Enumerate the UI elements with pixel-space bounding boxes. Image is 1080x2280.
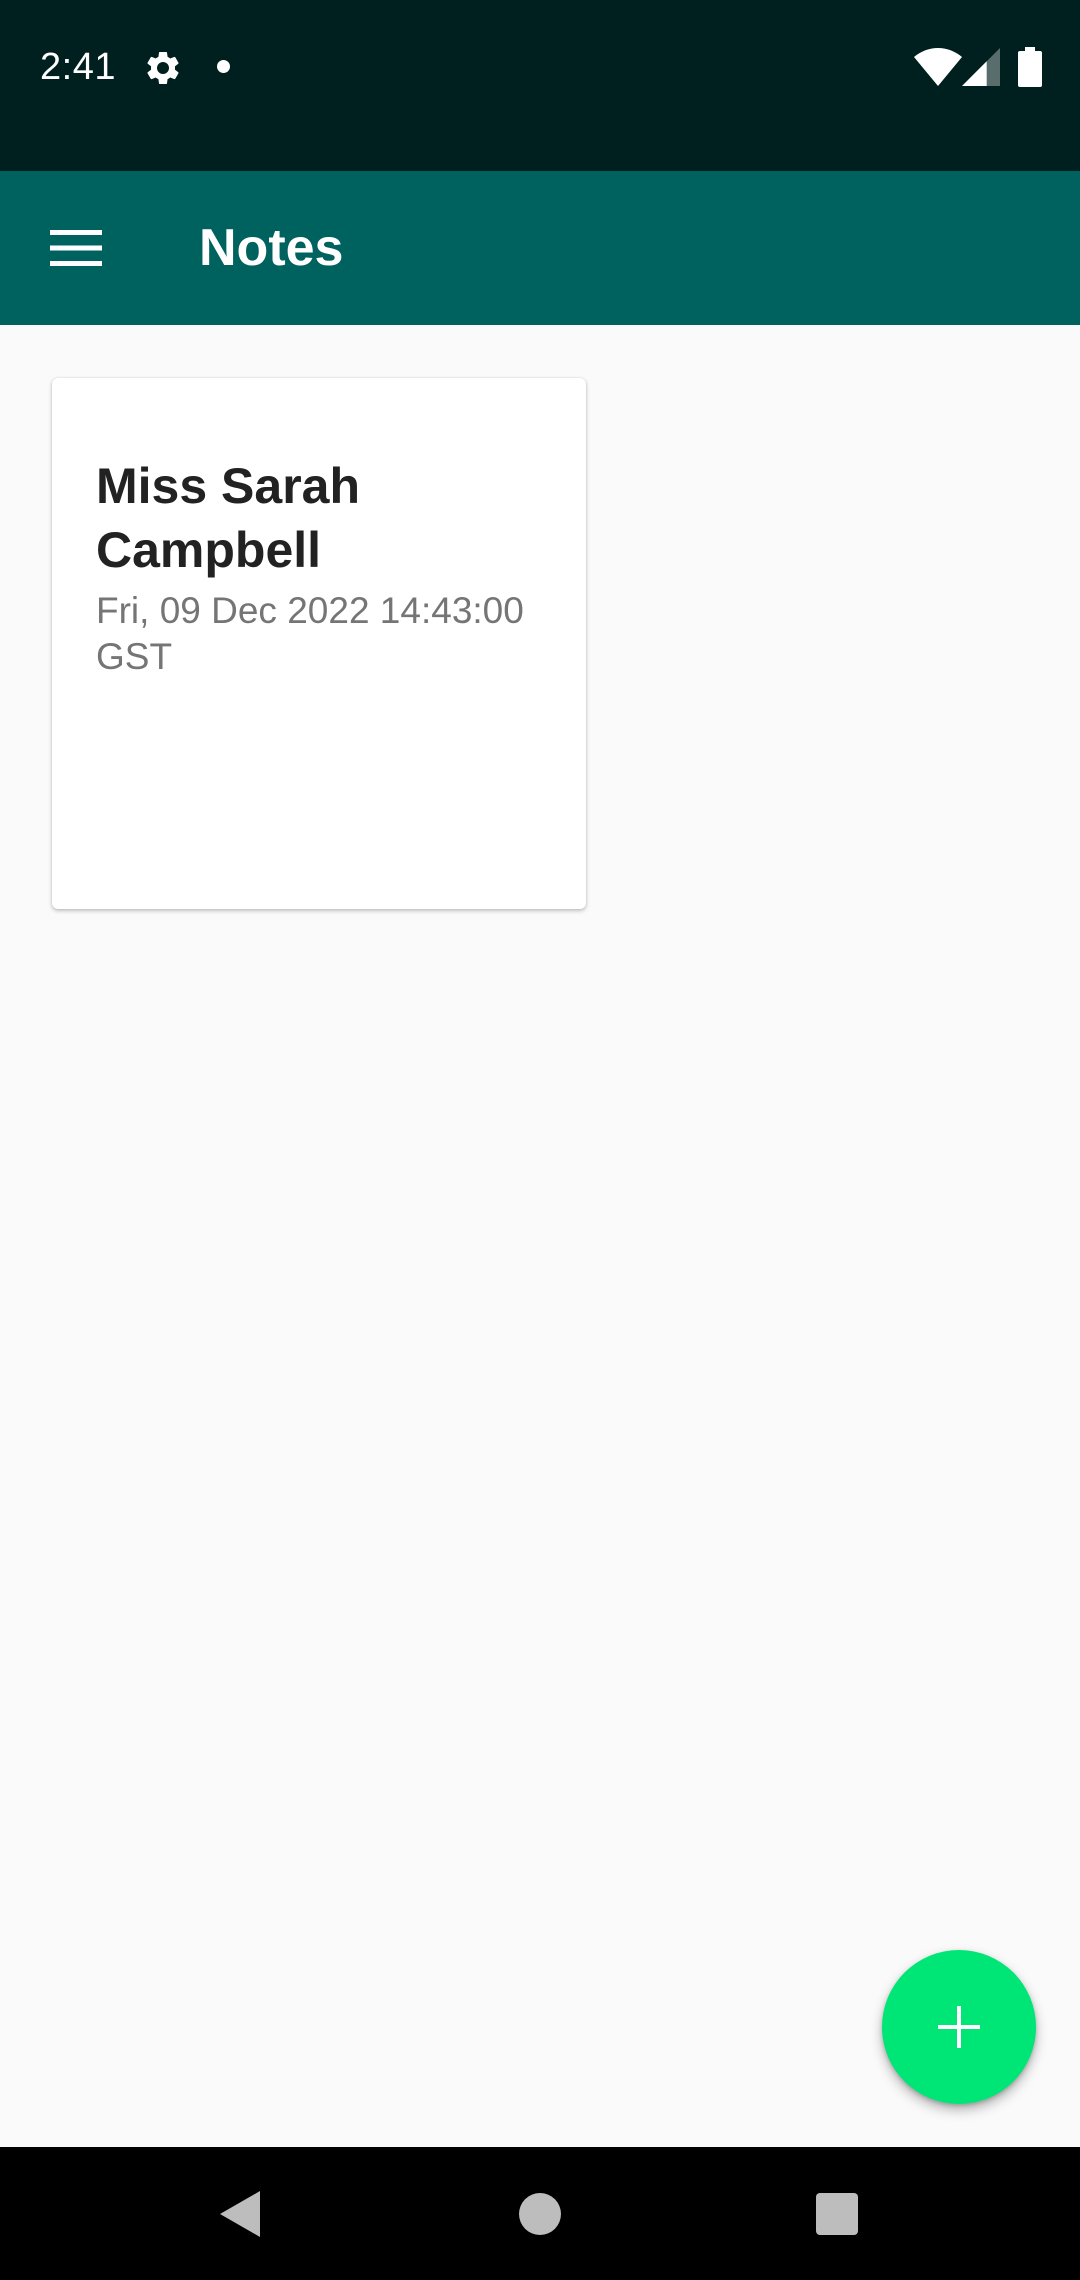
home-icon[interactable] <box>519 2193 561 2235</box>
menu-button[interactable] <box>28 200 124 296</box>
wifi-icon <box>914 48 962 86</box>
app-bar: Notes <box>0 171 1080 325</box>
status-bar: 2:41 <box>0 0 1080 171</box>
note-date: Fri, 09 Dec 2022 14:43:00 GST <box>96 590 524 677</box>
status-time: 2:41 <box>40 46 116 88</box>
hamburger-menu-icon <box>50 230 102 266</box>
note-title: Miss Sarah Campbell <box>96 458 361 578</box>
add-note-button[interactable] <box>882 1950 1036 2104</box>
signal-icon <box>962 48 1000 86</box>
notes-screen: 2:41 Notes Miss Sarah Campbell Fri, 09 D… <box>0 0 1080 2280</box>
note-card[interactable]: Miss Sarah Campbell Fri, 09 Dec 2022 14:… <box>52 378 586 909</box>
battery-icon <box>1018 47 1042 87</box>
plus-icon <box>938 2006 980 2048</box>
page-title: Notes <box>199 219 344 277</box>
recents-icon[interactable] <box>816 2193 858 2235</box>
notification-dot-icon <box>217 60 230 73</box>
navigation-bar <box>0 2147 1080 2280</box>
gear-icon <box>147 51 179 84</box>
back-icon[interactable] <box>216 2189 264 2239</box>
